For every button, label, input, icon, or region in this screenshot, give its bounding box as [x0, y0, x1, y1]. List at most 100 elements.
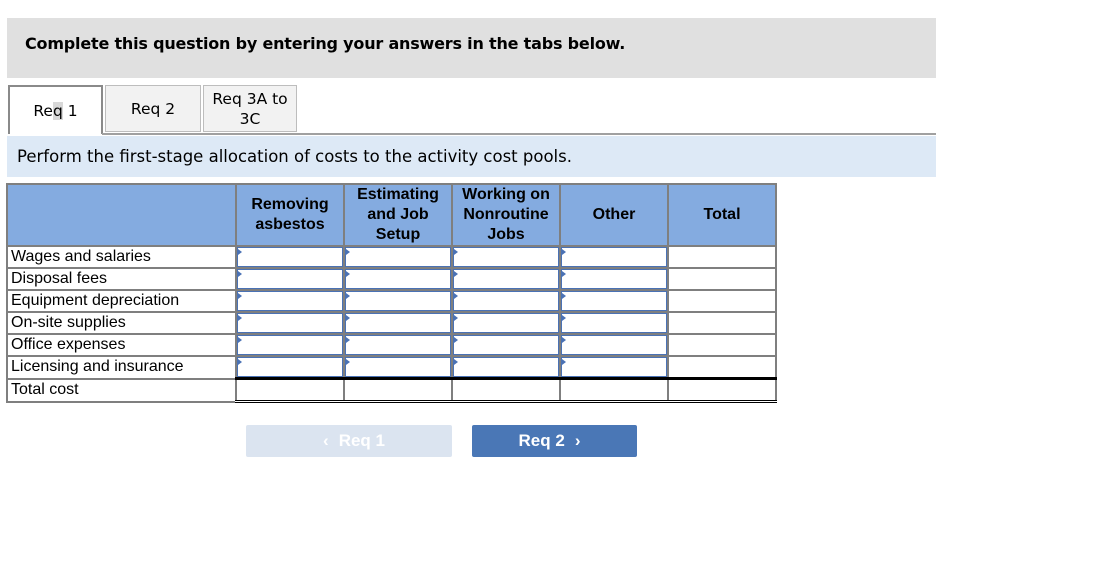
- amount-input[interactable]: [235, 267, 345, 291]
- input-box[interactable]: [345, 247, 451, 267]
- input-box[interactable]: [345, 269, 451, 289]
- row-label: Wages and salaries: [6, 245, 237, 269]
- tab-label-line: 3C: [239, 109, 261, 128]
- amount-input[interactable]: [451, 355, 561, 380]
- instructions-banner: Complete this question by entering your …: [7, 18, 936, 78]
- col-header-estimating-job-setup: Estimating and Job Setup: [343, 183, 453, 247]
- computed-cell: [235, 377, 345, 403]
- input-box[interactable]: [453, 357, 559, 377]
- table-row: On-site supplies: [6, 311, 777, 335]
- input-box[interactable]: [345, 291, 451, 311]
- amount-input[interactable]: [343, 311, 453, 335]
- instruction-text: Perform the first-stage allocation of co…: [17, 147, 572, 166]
- amount-input[interactable]: [451, 311, 561, 335]
- chevron-right-icon: ›: [574, 431, 581, 450]
- computed-cell: [667, 245, 777, 269]
- next-req-label: Req 2: [518, 431, 565, 450]
- tab-label: Req 1: [33, 101, 78, 120]
- input-box[interactable]: [237, 335, 343, 355]
- tab-req-3a-to-3c[interactable]: Req 3A to 3C: [203, 85, 297, 132]
- tab-req-1[interactable]: Req 1: [8, 85, 103, 134]
- table-row: Disposal fees: [6, 267, 777, 291]
- input-box[interactable]: [453, 313, 559, 333]
- banner-text: Complete this question by entering your …: [25, 34, 626, 53]
- amount-input[interactable]: [559, 267, 669, 291]
- computed-cell: [667, 289, 777, 313]
- computed-cell: [343, 377, 453, 403]
- input-box[interactable]: [453, 269, 559, 289]
- input-box[interactable]: [345, 357, 451, 377]
- row-label: Disposal fees: [6, 267, 237, 291]
- input-box[interactable]: [561, 335, 667, 355]
- amount-input[interactable]: [343, 289, 453, 313]
- amount-input[interactable]: [451, 289, 561, 313]
- input-box[interactable]: [561, 357, 667, 377]
- input-box[interactable]: [237, 357, 343, 377]
- col-header-removing-asbestos: Removing asbestos: [235, 183, 345, 247]
- table-row: Licensing and insurance: [6, 355, 777, 380]
- amount-input[interactable]: [559, 311, 669, 335]
- computed-cell: [451, 377, 561, 403]
- row-label: Total cost: [6, 377, 237, 403]
- amount-input[interactable]: [559, 245, 669, 269]
- amount-input[interactable]: [235, 333, 345, 357]
- header-row: Removing asbestos Estimating and Job Setup …: [6, 183, 777, 247]
- tab-req-2[interactable]: Req 2: [105, 85, 201, 132]
- table-row: Office expenses: [6, 333, 777, 357]
- instruction-bar: Perform the first-stage allocation of co…: [7, 136, 936, 177]
- prev-req-label: Req 1: [338, 431, 385, 450]
- input-box[interactable]: [561, 291, 667, 311]
- computed-cell: [667, 355, 777, 380]
- amount-input[interactable]: [451, 333, 561, 357]
- tab-label: Req 3A to 3C: [212, 89, 287, 129]
- input-box[interactable]: [561, 247, 667, 267]
- tab-divider: [102, 133, 936, 135]
- table-row: Wages and salaries: [6, 245, 777, 269]
- table-row: Equipment depreciation: [6, 289, 777, 313]
- next-req-button[interactable]: Req 2 ›: [472, 425, 637, 457]
- input-box[interactable]: [453, 335, 559, 355]
- col-header-total: Total: [667, 183, 777, 247]
- input-box[interactable]: [561, 269, 667, 289]
- computed-cell: [667, 377, 777, 403]
- row-label: On-site supplies: [6, 311, 237, 335]
- amount-input[interactable]: [451, 267, 561, 291]
- computed-cell: [559, 377, 669, 403]
- amount-input[interactable]: [235, 289, 345, 313]
- amount-input[interactable]: [235, 355, 345, 380]
- amount-input[interactable]: [343, 267, 453, 291]
- amount-input[interactable]: [343, 355, 453, 380]
- row-label: Equipment depreciation: [6, 289, 237, 313]
- allocation-table: Removing asbestos Estimating and Job Setup …: [6, 183, 777, 403]
- input-box[interactable]: [237, 247, 343, 267]
- amount-input[interactable]: [343, 245, 453, 269]
- prev-req-button[interactable]: ‹ Req 1: [246, 425, 452, 457]
- amount-input[interactable]: [235, 245, 345, 269]
- input-box[interactable]: [453, 247, 559, 267]
- header-blank: [6, 183, 237, 247]
- input-box[interactable]: [237, 269, 343, 289]
- chevron-left-icon: ‹: [323, 431, 329, 450]
- input-box[interactable]: [561, 313, 667, 333]
- col-header-other: Other: [559, 183, 669, 247]
- col-header-nonroutine-jobs: Working on Nonroutine Jobs: [451, 183, 561, 247]
- computed-cell: [667, 311, 777, 335]
- computed-cell: [667, 333, 777, 357]
- input-box[interactable]: [237, 313, 343, 333]
- computed-cell: [667, 267, 777, 291]
- row-label: Office expenses: [6, 333, 237, 357]
- total-row: Total cost: [6, 377, 777, 403]
- input-box[interactable]: [345, 335, 451, 355]
- row-label: Licensing and insurance: [6, 355, 237, 380]
- amount-input[interactable]: [559, 355, 669, 380]
- amount-input[interactable]: [559, 289, 669, 313]
- input-box[interactable]: [453, 291, 559, 311]
- amount-input[interactable]: [343, 333, 453, 357]
- input-box[interactable]: [237, 291, 343, 311]
- input-box[interactable]: [345, 313, 451, 333]
- amount-input[interactable]: [451, 245, 561, 269]
- tab-label-line: Req 3A to: [212, 89, 288, 108]
- amount-input[interactable]: [235, 311, 345, 335]
- amount-input[interactable]: [559, 333, 669, 357]
- tab-label: Req 2: [130, 99, 176, 118]
